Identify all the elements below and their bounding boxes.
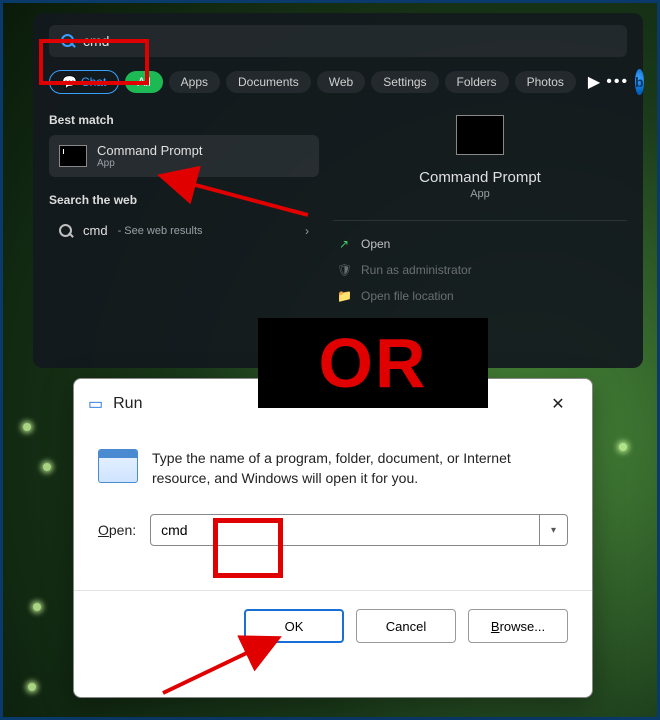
bg-glow (43, 463, 51, 471)
shield-icon: 🛡 (337, 263, 351, 277)
web-hint: - See web results (118, 225, 203, 237)
best-match-subtitle: App (97, 158, 202, 169)
tab-apps[interactable]: Apps (169, 71, 220, 93)
action-open[interactable]: ↗ Open (333, 231, 627, 257)
search-input[interactable] (83, 33, 615, 49)
run-hint-text: Type the name of a program, folder, docu… (152, 449, 568, 488)
web-query: cmd (83, 223, 108, 238)
chevron-right-icon: › (305, 224, 309, 238)
action-open-location[interactable]: 📁 Open file location (333, 283, 627, 309)
bing-icon[interactable]: b (635, 69, 644, 95)
play-icon[interactable]: ▶ (588, 72, 600, 92)
folder-icon: 📁 (337, 289, 351, 303)
run-title-text: Run (113, 395, 142, 413)
tab-label: Chat (81, 75, 106, 89)
tab-all[interactable]: All (125, 71, 162, 93)
windows-search-panel: 💬 Chat All Apps Documents Web Settings F… (33, 13, 643, 368)
run-dialog-icon: ▭ (88, 394, 103, 414)
bg-glow (23, 423, 31, 431)
bg-glow (33, 603, 41, 611)
chevron-down-icon: ▾ (551, 525, 556, 536)
run-dialog: ▭ Run ✕ Type the name of a program, fold… (73, 378, 593, 698)
best-match-title: Command Prompt (97, 143, 202, 158)
action-label: Open file location (361, 289, 454, 303)
action-run-admin[interactable]: 🛡 Run as administrator (333, 257, 627, 283)
cancel-button[interactable]: Cancel (356, 609, 456, 643)
cmd-icon (59, 145, 87, 167)
tab-folders[interactable]: Folders (445, 71, 509, 93)
or-label: OR (258, 318, 488, 408)
best-match-heading: Best match (49, 113, 319, 127)
open-label: Open: (98, 522, 136, 538)
tab-photos[interactable]: Photos (515, 71, 576, 93)
chat-icon: 💬 (62, 75, 77, 89)
search-icon (59, 224, 73, 238)
ok-button[interactable]: OK (244, 609, 344, 643)
web-result-row[interactable]: cmd - See web results › (49, 215, 319, 246)
detail-title: Command Prompt (419, 169, 541, 186)
action-label: Open (361, 237, 390, 251)
tab-web[interactable]: Web (317, 71, 365, 93)
close-icon: ✕ (551, 394, 564, 414)
action-label: Run as administrator (361, 263, 472, 277)
best-match-result[interactable]: Command Prompt App (49, 135, 319, 177)
detail-app-icon (456, 115, 504, 155)
close-button[interactable]: ✕ (538, 389, 578, 419)
open-input[interactable] (150, 514, 540, 546)
open-icon: ↗ (337, 237, 351, 251)
tab-chat[interactable]: 💬 Chat (49, 70, 119, 94)
search-box[interactable] (49, 25, 627, 57)
search-icon (61, 34, 75, 48)
search-web-heading: Search the web (49, 193, 319, 207)
tab-documents[interactable]: Documents (226, 71, 311, 93)
browse-button[interactable]: Browse... (468, 609, 568, 643)
tabs-row: 💬 Chat All Apps Documents Web Settings F… (49, 69, 627, 95)
bg-glow (28, 683, 36, 691)
tab-settings[interactable]: Settings (371, 71, 438, 93)
open-dropdown[interactable]: ▾ (540, 514, 568, 546)
more-icon[interactable]: ••• (606, 73, 629, 91)
detail-subtitle: App (470, 188, 490, 200)
bg-glow (619, 443, 627, 451)
run-hint-icon (98, 449, 138, 483)
